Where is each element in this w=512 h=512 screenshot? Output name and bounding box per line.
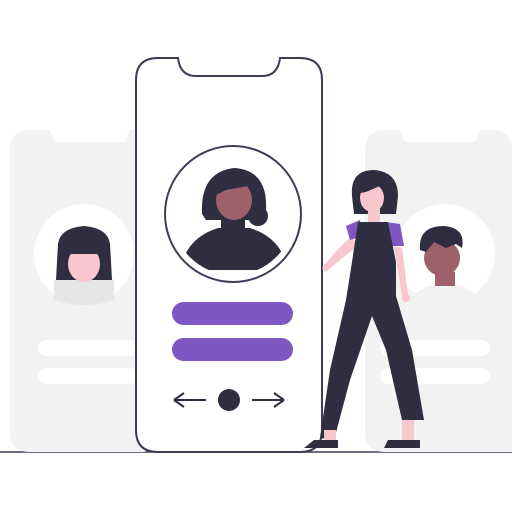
profile-avatar bbox=[164, 145, 302, 283]
secondary-action-button[interactable] bbox=[172, 338, 293, 361]
left-profile-card[interactable] bbox=[10, 130, 145, 452]
illustration bbox=[0, 57, 512, 453]
primary-action-button[interactable] bbox=[172, 302, 293, 325]
illustration-stage bbox=[0, 0, 512, 512]
dot-icon[interactable] bbox=[218, 389, 240, 411]
left-card-line-2 bbox=[38, 368, 138, 384]
left-card-line-1 bbox=[38, 340, 138, 356]
